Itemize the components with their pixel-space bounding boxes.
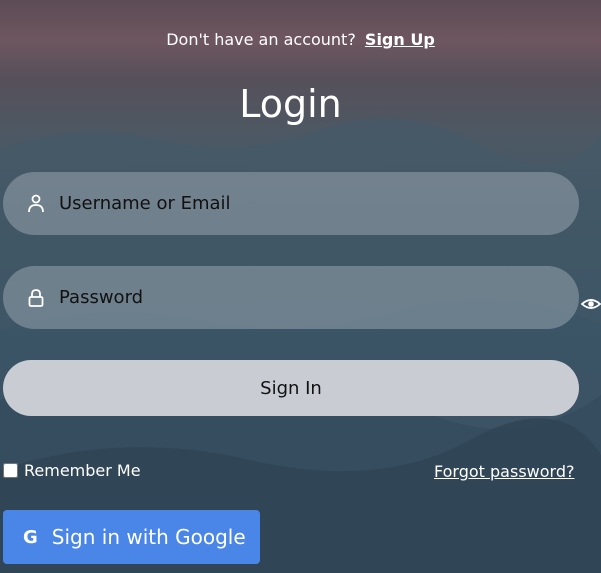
eye-icon[interactable] — [581, 295, 601, 313]
lock-icon — [28, 288, 44, 307]
signup-prompt: Don't have an account? Sign Up — [0, 30, 601, 49]
google-icon: G — [23, 526, 38, 548]
sign-in-button[interactable]: Sign In — [3, 360, 579, 416]
password-input[interactable] — [59, 287, 549, 308]
signup-link[interactable]: Sign Up — [365, 30, 435, 49]
google-sign-in-label: Sign in with Google — [51, 525, 246, 549]
google-sign-in-button[interactable]: G Sign in with Google — [3, 510, 260, 564]
signup-prompt-text: Don't have an account? — [166, 30, 356, 49]
password-field-container — [3, 266, 579, 329]
remember-me[interactable]: Remember Me — [3, 461, 141, 480]
forgot-password-link[interactable]: Forgot password? — [434, 462, 574, 481]
username-input[interactable] — [59, 193, 549, 214]
page-title: Login — [239, 82, 342, 126]
remember-me-checkbox[interactable] — [3, 463, 18, 478]
user-icon — [28, 194, 44, 212]
username-field-container — [3, 172, 579, 235]
remember-me-label: Remember Me — [24, 461, 141, 480]
